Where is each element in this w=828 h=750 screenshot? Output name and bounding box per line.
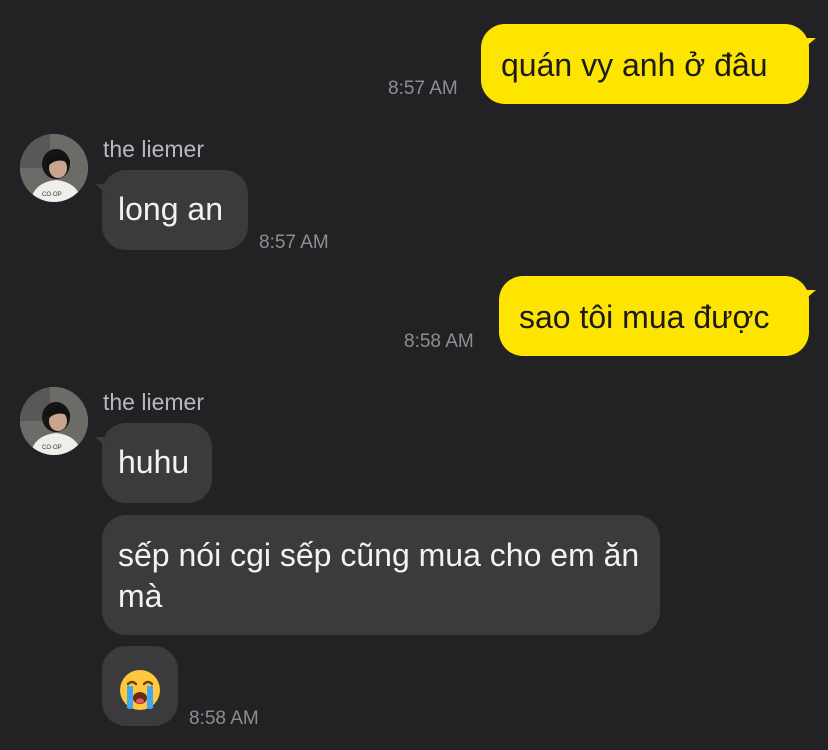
received-message-bubble[interactable]: long an (95, 170, 248, 250)
received-message-bubble[interactable]: huhu (95, 423, 212, 503)
message-timestamp: 8:58 AM (189, 708, 259, 729)
profile-photo-icon: CO·OP (20, 387, 88, 455)
received-emoji-bubble[interactable] (102, 646, 178, 726)
avatar[interactable]: CO·OP (20, 134, 88, 202)
message-text: huhu (118, 444, 190, 480)
received-message-bubble[interactable]: sếp nói cgi sếp cũng mua cho em ăn mà (102, 515, 660, 635)
svg-text:CO·OP: CO·OP (42, 445, 62, 451)
svg-text:CO·OP: CO·OP (42, 192, 62, 198)
message-text: long an (118, 191, 223, 227)
message-timestamp: 8:57 AM (388, 78, 458, 99)
sender-name: the liemer (103, 389, 204, 415)
message-text: sao tôi mua được (519, 299, 770, 335)
message-text: sếp nói cgi sếp cũng mua cho em ăn mà (118, 537, 640, 614)
loudly-crying-face-icon (120, 670, 160, 710)
avatar[interactable]: CO·OP (20, 387, 88, 455)
profile-photo-icon: CO·OP (20, 134, 88, 202)
sender-name: the liemer (103, 136, 204, 162)
message-timestamp: 8:57 AM (259, 232, 329, 253)
sent-message-bubble[interactable]: quán vy anh ở đâu (481, 24, 816, 104)
message-timestamp: 8:58 AM (404, 331, 474, 352)
message-text: quán vy anh ở đâu (501, 47, 768, 83)
sent-message-bubble[interactable]: sao tôi mua được (499, 276, 816, 356)
